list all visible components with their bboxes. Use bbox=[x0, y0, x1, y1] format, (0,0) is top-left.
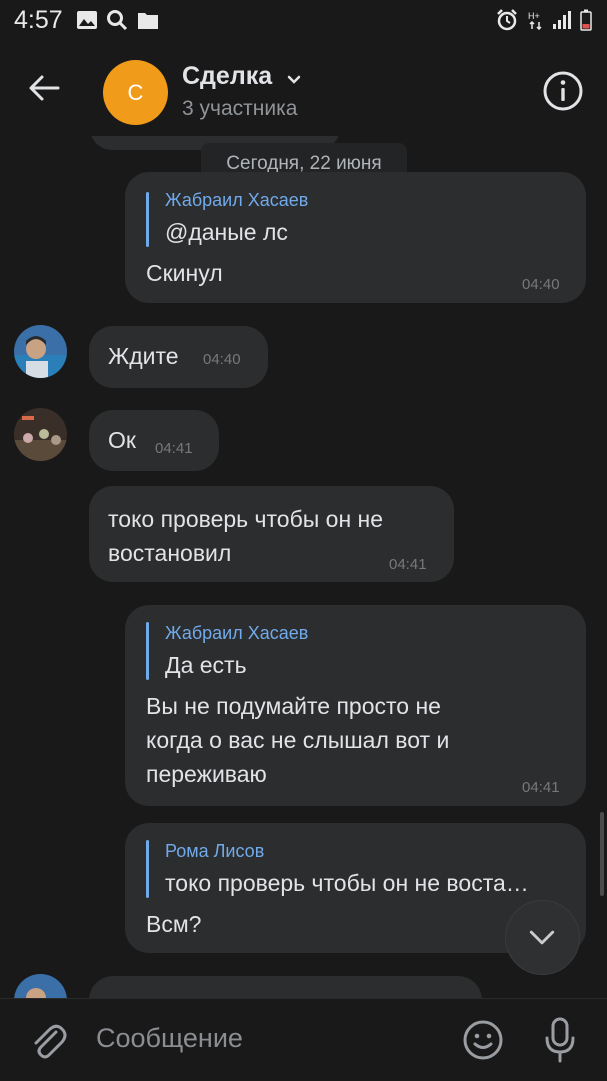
emoji-icon[interactable] bbox=[461, 1018, 505, 1062]
reply-text: токо проверь чтобы он не воста… bbox=[165, 870, 529, 896]
chat-header: С Сделка 3 участника bbox=[0, 46, 607, 136]
reply-author: Жабраил Хасаев bbox=[165, 623, 309, 643]
message-time: 04:41 bbox=[522, 779, 560, 796]
scrollbar[interactable] bbox=[600, 812, 604, 896]
network-type-icon: H+ bbox=[528, 11, 542, 30]
message-text: Ждите bbox=[108, 343, 179, 369]
chevron-down-icon[interactable] bbox=[285, 72, 303, 86]
message-composer: Сообщение bbox=[0, 998, 607, 1081]
chat-title[interactable]: Сделка bbox=[182, 62, 272, 91]
chat-participants-count: 3 участника bbox=[182, 97, 298, 120]
message-text-line: токо проверь чтобы он не bbox=[108, 506, 384, 532]
message-text-line: когда о вас не слышал вот и bbox=[146, 727, 450, 753]
user-avatar[interactable] bbox=[14, 325, 67, 378]
message-bubble-incoming[interactable] bbox=[89, 976, 482, 998]
message-text: Скинул bbox=[146, 260, 223, 286]
message-input[interactable]: Сообщение bbox=[96, 1023, 243, 1054]
message-time: 04:41 bbox=[389, 556, 427, 573]
reply-author: Жабраил Хасаев bbox=[165, 190, 309, 210]
alarm-icon bbox=[497, 9, 517, 31]
search-icon bbox=[107, 10, 128, 30]
message-list[interactable]: Сегодня, 22 июня Жабраил Хасаев @даные л… bbox=[0, 136, 607, 998]
user-avatar[interactable] bbox=[14, 408, 67, 461]
message-text-line: востановил bbox=[108, 540, 232, 566]
reply-quote-bar bbox=[146, 622, 149, 680]
message-text-line: Вы не подумайте просто не bbox=[146, 693, 441, 719]
message-time: 04:40 bbox=[203, 351, 241, 368]
status-time: 4:57 bbox=[14, 6, 63, 34]
reply-text: @даные лс bbox=[165, 219, 288, 245]
message-bubble-incoming[interactable]: токо проверь чтобы он не востановил 04:4… bbox=[89, 486, 454, 582]
reply-author: Рома Лисов bbox=[165, 841, 265, 861]
message-text: Всм? bbox=[146, 911, 202, 937]
message-text-line: переживаю bbox=[146, 761, 267, 787]
svg-text:H+: H+ bbox=[528, 11, 540, 21]
chevron-down-icon bbox=[529, 930, 555, 945]
message-text: Ок bbox=[108, 427, 136, 453]
scroll-down-button[interactable] bbox=[505, 900, 580, 975]
message-bubble-outgoing[interactable]: Жабраил Хасаев @даные лс Скинул 04:40 bbox=[125, 172, 586, 303]
signal-icon bbox=[553, 11, 571, 29]
message-bubble-outgoing[interactable]: Жабраил Хасаев Да есть Вы не подумайте п… bbox=[125, 605, 586, 806]
reply-quote-bar bbox=[146, 840, 149, 898]
folder-icon bbox=[138, 13, 158, 29]
status-bar: 4:57 H+ bbox=[0, 0, 607, 42]
back-arrow-icon[interactable] bbox=[22, 66, 66, 110]
chat-avatar[interactable]: С bbox=[103, 60, 168, 125]
info-icon[interactable] bbox=[541, 69, 585, 113]
gallery-icon bbox=[77, 11, 97, 29]
reply-quote-bar bbox=[146, 192, 149, 247]
message-bubble-incoming[interactable]: Ждите 04:40 bbox=[89, 326, 268, 388]
paperclip-icon[interactable] bbox=[28, 1018, 68, 1062]
message-bubble-incoming[interactable]: Ок 04:41 bbox=[89, 410, 219, 471]
message-time: 04:40 bbox=[522, 276, 560, 293]
battery-icon bbox=[580, 9, 592, 31]
user-avatar[interactable] bbox=[14, 974, 67, 998]
reply-text: Да есть bbox=[165, 652, 247, 678]
microphone-icon[interactable] bbox=[540, 1016, 580, 1064]
message-time: 04:41 bbox=[155, 440, 193, 457]
